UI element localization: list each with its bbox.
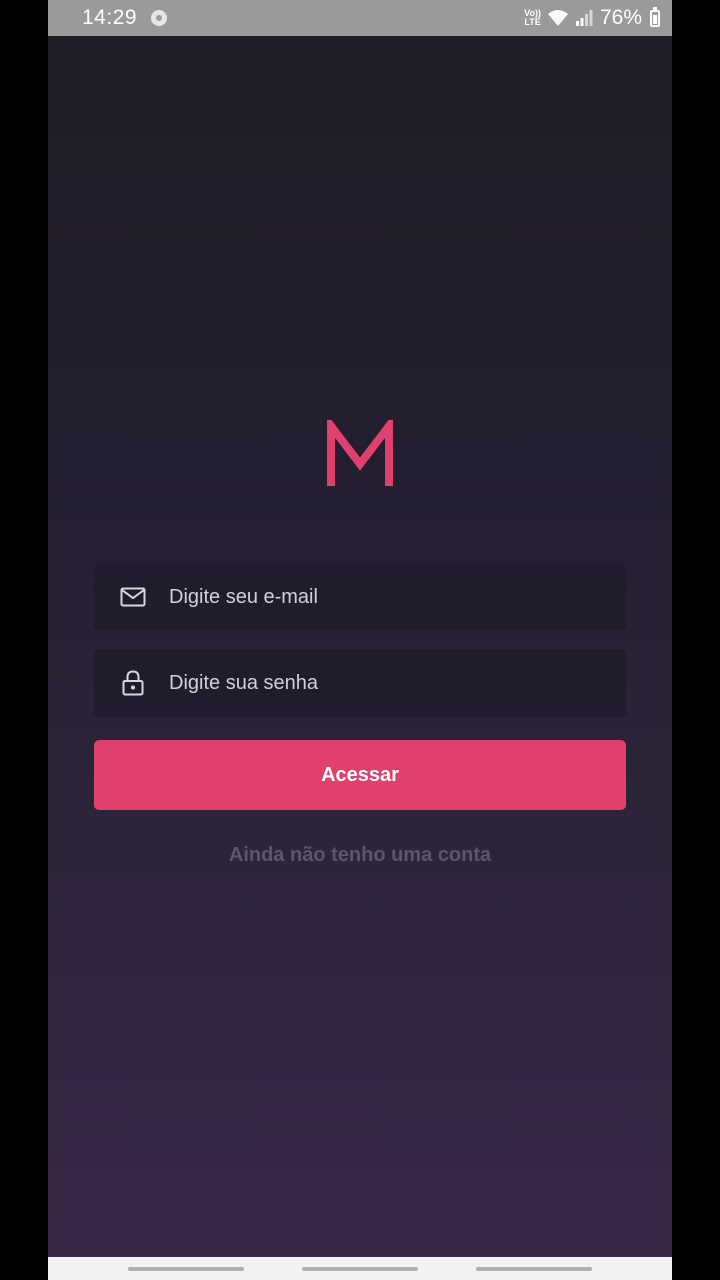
- login-screen: Acessar Ainda não tenho uma conta: [48, 36, 672, 1257]
- volte-icon: Vo)) LTE: [524, 8, 541, 27]
- battery-icon: [650, 6, 660, 27]
- phone-screen: 14:29 Vo)) LTE 76% Digite seu e-mail Ace…: [48, 0, 672, 1280]
- login-button[interactable]: Acessar: [94, 740, 626, 810]
- battery-percentage: 76%: [599, 6, 642, 29]
- nav-recents-button[interactable]: [128, 1267, 244, 1271]
- password-field[interactable]: [94, 649, 626, 717]
- status-icons: Vo)) LTE 76%: [524, 6, 660, 30]
- mail-icon: [119, 583, 147, 611]
- lock-icon: [119, 669, 147, 697]
- status-time: 14:29: [82, 6, 138, 29]
- email-field[interactable]: [94, 563, 626, 631]
- nav-back-button[interactable]: [476, 1267, 592, 1271]
- signal-icon: [575, 10, 593, 26]
- navigation-bar: [48, 1257, 672, 1280]
- nav-home-button[interactable]: [302, 1267, 418, 1271]
- wifi-icon: [547, 10, 568, 26]
- notification-icon: [151, 10, 168, 26]
- app-logo: [327, 420, 393, 486]
- signup-link[interactable]: Ainda não tenho uma conta: [94, 844, 626, 867]
- password-input[interactable]: [169, 671, 569, 695]
- status-bar: 14:29 Vo)) LTE 76%: [48, 0, 672, 36]
- email-input[interactable]: [169, 585, 569, 609]
